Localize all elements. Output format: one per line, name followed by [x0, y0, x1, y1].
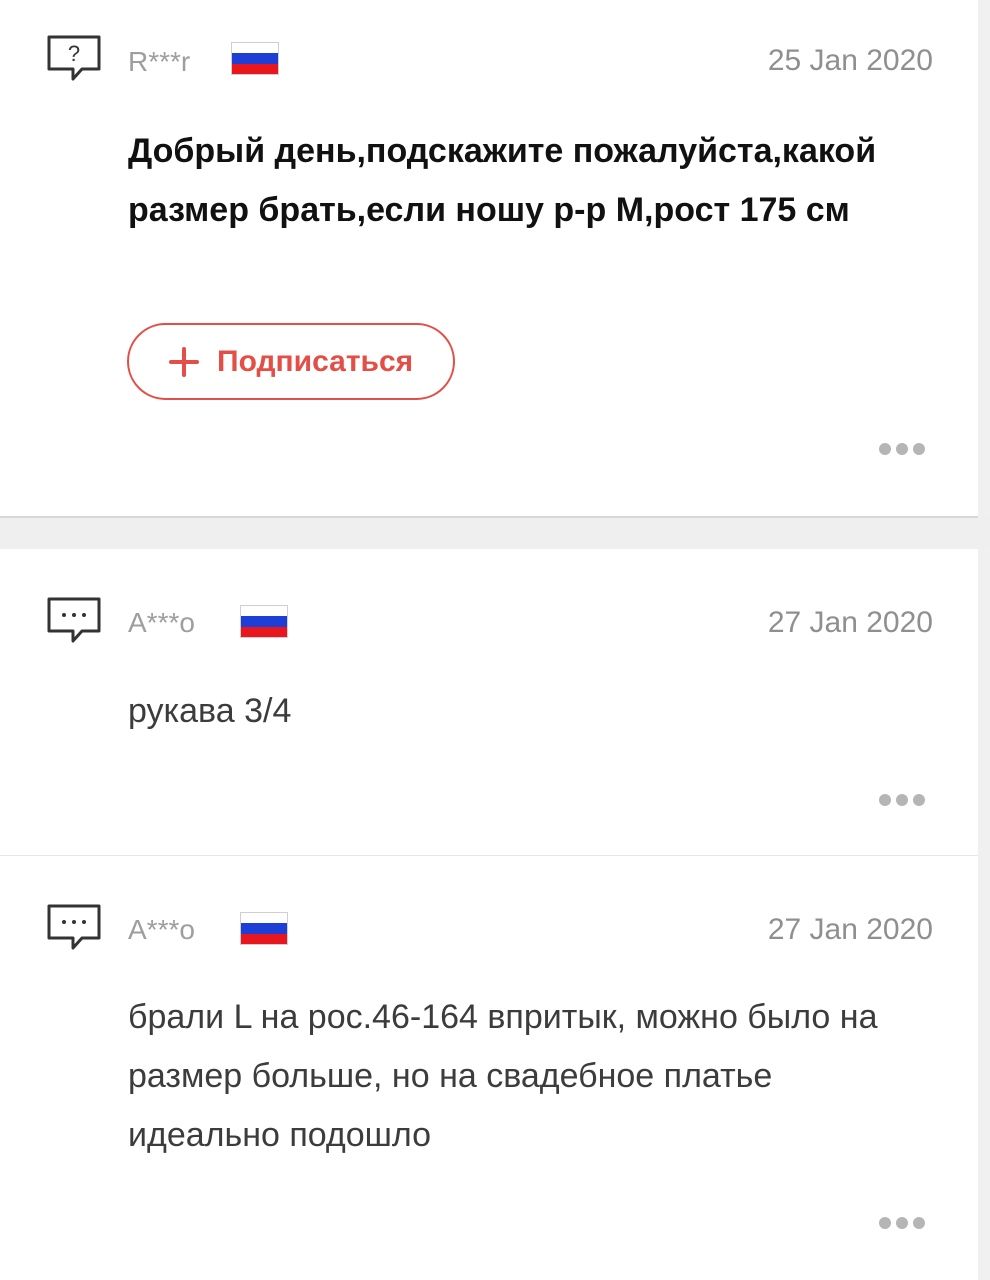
- answer-text: брали L на рос.46-164 впритык, можно был…: [128, 998, 878, 1154]
- russia-flag-icon: [240, 605, 288, 638]
- plus-icon: [169, 346, 199, 377]
- username: A***o: [128, 607, 195, 638]
- question-bubble-icon: ?: [47, 35, 101, 81]
- answer-bubble-icon: [47, 597, 101, 643]
- russia-flag-icon: [240, 912, 288, 945]
- more-options-icon[interactable]: [879, 794, 925, 806]
- answer-card: A***o 27 Jan 2020 брали L на рос.46-164 …: [0, 856, 978, 1280]
- svg-text:?: ?: [68, 41, 80, 66]
- username: A***o: [128, 914, 195, 945]
- answer-bubble-icon: [47, 904, 101, 950]
- answer-text: рукава 3/4: [128, 692, 292, 730]
- scroll-edge: [977, 0, 990, 1280]
- username: R***r: [128, 46, 191, 77]
- answer-card: A***o 27 Jan 2020 рукава 3/4: [0, 549, 978, 856]
- post-date: 25 Jan 2020: [767, 44, 933, 77]
- question-text: Добрый день,подскажите пожалуйста,какой …: [128, 132, 877, 229]
- section-separator: [0, 518, 990, 549]
- more-options-icon[interactable]: [879, 443, 925, 455]
- subscribe-label: Подписаться: [217, 344, 414, 378]
- russia-flag-icon: [231, 42, 279, 75]
- subscribe-button[interactable]: Подписаться: [127, 323, 455, 400]
- post-date: 27 Jan 2020: [767, 606, 933, 639]
- more-options-icon[interactable]: [879, 1217, 925, 1229]
- question-card: ? R***r 25 Jan 2020 Добрый день,подскажи…: [0, 0, 978, 518]
- post-date: 27 Jan 2020: [767, 913, 933, 946]
